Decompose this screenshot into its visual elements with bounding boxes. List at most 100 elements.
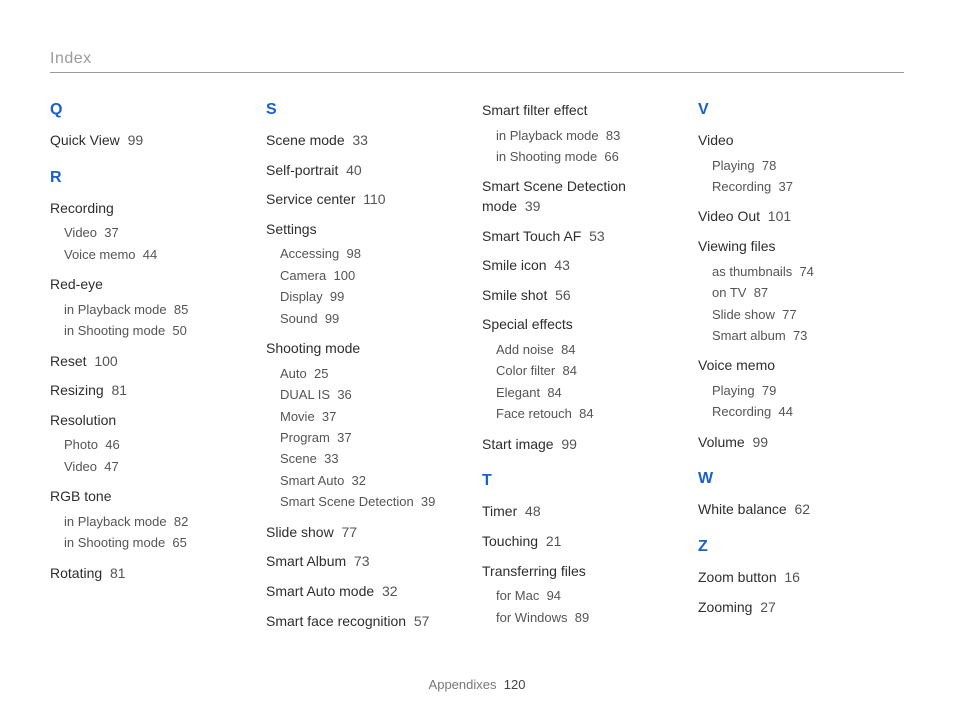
index-sublist: in Playback mode 85in Shooting mode 50 xyxy=(50,299,256,342)
index-entry-page: 27 xyxy=(760,599,776,615)
index-subentry-page: 100 xyxy=(333,268,355,283)
index-subentry-label: in Shooting mode xyxy=(64,535,165,550)
index-entry-page: 21 xyxy=(546,533,562,549)
index-subentry-page: 77 xyxy=(782,307,796,322)
index-entry-page: 57 xyxy=(414,613,430,629)
index-entry-label: Resolution xyxy=(50,412,116,428)
index-subentry-label: in Playback mode xyxy=(496,128,599,143)
index-subentry-page: 50 xyxy=(172,323,186,338)
index-subentry: in Shooting mode 65 xyxy=(50,532,256,553)
index-sublist: in Playback mode 83in Shooting mode 66 xyxy=(482,125,688,168)
index-entry-label: Shooting mode xyxy=(266,340,360,356)
index-subentry: for Windows 89 xyxy=(482,607,688,628)
page-footer: Appendixes 120 xyxy=(0,677,954,692)
index-subentry-page: 87 xyxy=(754,285,768,300)
index-subentry-page: 94 xyxy=(547,588,561,603)
index-subentry: Video 37 xyxy=(50,222,256,243)
index-subentry: Smart Scene Detection 39 xyxy=(266,491,472,512)
index-subentry-page: 99 xyxy=(330,289,344,304)
index-entry-label: Settings xyxy=(266,221,317,237)
index-subentry: Recording 37 xyxy=(698,176,904,197)
index-entry-page: 43 xyxy=(554,257,570,273)
index-entry: Shooting modeAuto 25DUAL IS 36Movie 37Pr… xyxy=(266,339,472,513)
index-subentry-label: in Shooting mode xyxy=(496,149,597,164)
index-entry-page: 73 xyxy=(354,553,370,569)
index-entry-label: Smile icon xyxy=(482,257,547,273)
index-entry: Service center 110 xyxy=(266,190,472,210)
index-entry: Viewing filesas thumbnails 74on TV 87Sli… xyxy=(698,237,904,346)
index-entry: Voice memoPlaying 79Recording 44 xyxy=(698,356,904,422)
index-entry-page: 77 xyxy=(341,524,357,540)
index-sublist: Playing 79Recording 44 xyxy=(698,380,904,423)
index-subentry-page: 37 xyxy=(322,409,336,424)
index-subentry-page: 84 xyxy=(562,363,576,378)
index-entry: Reset 100 xyxy=(50,352,256,372)
index-subentry-page: 37 xyxy=(337,430,351,445)
index-subentry-page: 37 xyxy=(104,225,118,240)
index-subentry: Smart Auto 32 xyxy=(266,470,472,491)
index-entry: Transferring files for Mac 94 for Windows … xyxy=(482,562,688,628)
index-entry: Start image 99 xyxy=(482,435,688,455)
index-subentry-label: for Mac xyxy=(496,588,539,603)
index-entry-label: Scene mode xyxy=(266,132,345,148)
index-entry-label: Zooming xyxy=(698,599,752,615)
index-subentry-label: Video xyxy=(64,225,97,240)
index-subentry-page: 36 xyxy=(337,387,351,402)
index-entry-page: 81 xyxy=(110,565,126,581)
index-subentry: Playing 79 xyxy=(698,380,904,401)
index-entry-label: Smart Scene Detection mode xyxy=(482,178,626,214)
index-subentry: in Playback mode 85 xyxy=(50,299,256,320)
index-entry: Video Out 101 xyxy=(698,207,904,227)
index-subentry: Smart album 73 xyxy=(698,325,904,346)
index-subentry: Voice memo 44 xyxy=(50,244,256,265)
index-entry-label: Transferring files xyxy=(482,563,586,579)
index-entry: Resizing 81 xyxy=(50,381,256,401)
index-subentry: Scene 33 xyxy=(266,448,472,469)
index-entry-label: Start image xyxy=(482,436,554,452)
index-subentry-page: 78 xyxy=(762,158,776,173)
index-subentry-page: 44 xyxy=(779,404,793,419)
index-subentry-label: Video xyxy=(64,459,97,474)
index-subentry-page: 32 xyxy=(352,473,366,488)
index-subentry: in Playback mode 82 xyxy=(50,511,256,532)
index-entry: Smart filter effectin Playback mode 83in… xyxy=(482,101,688,167)
index-subentry: Camera 100 xyxy=(266,265,472,286)
index-entry: Smile shot 56 xyxy=(482,286,688,306)
index-letter: R xyxy=(50,169,256,187)
index-subentry: DUAL IS 36 xyxy=(266,384,472,405)
index-subentry-page: 73 xyxy=(793,328,807,343)
index-subentry-label: Accessing xyxy=(280,246,339,261)
index-subentry-page: 37 xyxy=(779,179,793,194)
index-entry-page: 33 xyxy=(352,132,368,148)
index-entry: Special effectsAdd noise 84Color filter … xyxy=(482,315,688,424)
index-entry: Slide show 77 xyxy=(266,523,472,543)
index-entry: Quick View 99 xyxy=(50,131,256,151)
index-letter: S xyxy=(266,101,472,119)
index-subentry: on TV 87 xyxy=(698,282,904,303)
index-entry: SettingsAccessing 98Camera 100Display 99… xyxy=(266,220,472,329)
index-subentry: Photo 46 xyxy=(50,434,256,455)
index-entry-page: 40 xyxy=(346,162,362,178)
index-subentry-label: Display xyxy=(280,289,323,304)
index-entry: Smart Scene Detection mode 39 xyxy=(482,177,688,216)
index-entry-label: Touching xyxy=(482,533,538,549)
index-subentry-page: 89 xyxy=(575,610,589,625)
index-entry-label: Smart Album xyxy=(266,553,346,569)
index-subentry-label: Voice memo xyxy=(64,247,136,262)
index-subentry-label: Playing xyxy=(712,383,755,398)
index-subentry-label: for Windows xyxy=(496,610,568,625)
index-subentry-page: 44 xyxy=(143,247,157,262)
index-subentry: Color filter 84 xyxy=(482,360,688,381)
index-subentry-label: Face retouch xyxy=(496,406,572,421)
index-entry-label: Video Out xyxy=(698,208,760,224)
index-entry-page: 99 xyxy=(752,434,768,450)
index-subentry-label: Smart Auto xyxy=(280,473,344,488)
index-entry-page: 53 xyxy=(589,228,605,244)
index-entry: Volume 99 xyxy=(698,433,904,453)
index-entry: Self-portrait 40 xyxy=(266,161,472,181)
index-subentry: in Shooting mode 66 xyxy=(482,146,688,167)
index-entry-label: Smart face recognition xyxy=(266,613,406,629)
index-entry-label: Smile shot xyxy=(482,287,547,303)
index-entry: Smart Album 73 xyxy=(266,552,472,572)
index-sublist: Add noise 84Color filter 84Elegant 84Fac… xyxy=(482,339,688,425)
